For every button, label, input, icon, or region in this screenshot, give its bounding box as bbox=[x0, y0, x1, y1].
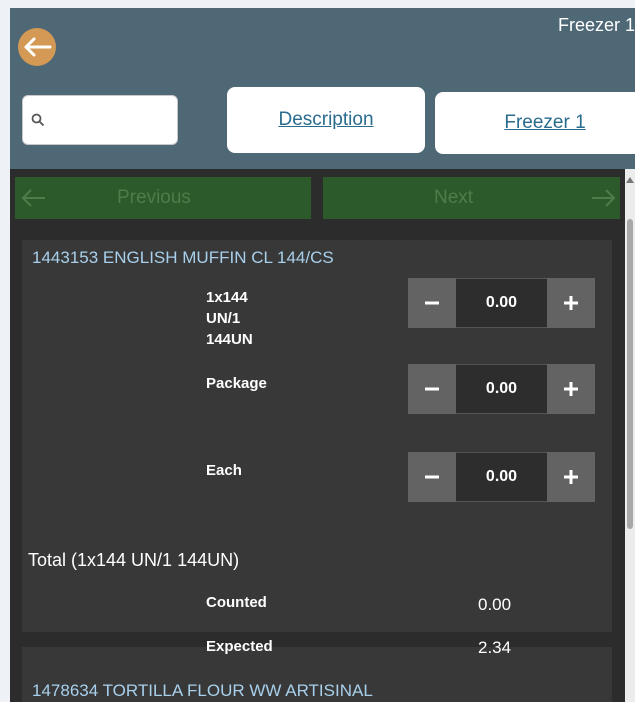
title-bar: Freezer 1 bbox=[10, 8, 635, 70]
item-card: 1478634 TORTILLA FLOUR WW ARTISINAL bbox=[22, 647, 612, 702]
quantity-stepper: 0.00 bbox=[408, 452, 595, 502]
window-title: Freezer 1 bbox=[557, 15, 635, 35]
item-title: 1478634 TORTILLA FLOUR WW ARTISINAL bbox=[32, 681, 373, 700]
minus-icon bbox=[425, 387, 439, 391]
decrement-button[interactable] bbox=[408, 364, 456, 414]
search-input[interactable] bbox=[51, 110, 175, 130]
package-label: Package bbox=[206, 375, 267, 392]
arrow-left-icon bbox=[24, 37, 52, 57]
tab-description-label: Description bbox=[278, 109, 374, 130]
quantity-stepper: 0.00 bbox=[408, 364, 595, 414]
previous-button[interactable]: Previous bbox=[15, 177, 311, 219]
item-card: 1443153 ENGLISH MUFFIN CL 144/CS 1x144 U… bbox=[22, 240, 612, 632]
scroll-thumb[interactable] bbox=[627, 219, 633, 529]
previous-label: Previous bbox=[117, 187, 191, 208]
toolbar: Description Freezer 1 bbox=[10, 70, 635, 169]
search-box[interactable] bbox=[22, 95, 178, 145]
increment-button[interactable] bbox=[547, 452, 595, 502]
plus-icon bbox=[564, 470, 578, 484]
minus-icon bbox=[425, 475, 439, 479]
total-label: Total (1x144 UN/1 144UN) bbox=[28, 550, 240, 570]
next-button[interactable]: Next bbox=[323, 177, 620, 219]
plus-icon bbox=[564, 382, 578, 396]
decrement-button[interactable] bbox=[408, 278, 456, 328]
quantity-value[interactable]: 0.00 bbox=[456, 364, 547, 414]
unit-line: 144UN bbox=[206, 331, 253, 348]
minus-icon bbox=[425, 301, 439, 305]
expected-label: Expected bbox=[206, 638, 273, 655]
quantity-stepper: 0.00 bbox=[408, 278, 595, 328]
expected-value: 2.34 bbox=[478, 638, 512, 657]
increment-button[interactable] bbox=[547, 278, 595, 328]
app-window: Freezer 1 Description Freezer 1 Previous… bbox=[10, 8, 635, 702]
plus-icon bbox=[564, 296, 578, 310]
back-button[interactable] bbox=[18, 28, 56, 66]
each-label: Each bbox=[206, 462, 242, 479]
counted-value: 0.00 bbox=[478, 595, 512, 614]
decrement-button[interactable] bbox=[408, 452, 456, 502]
unit-line: 1x144 bbox=[206, 289, 248, 306]
scroll-up-icon[interactable] bbox=[626, 177, 634, 183]
quantity-value[interactable]: 0.00 bbox=[456, 278, 547, 328]
arrow-left-icon bbox=[21, 189, 45, 207]
tab-freezer-label: Freezer 1 bbox=[504, 112, 586, 133]
arrow-right-icon bbox=[592, 189, 616, 207]
search-icon bbox=[31, 113, 45, 127]
counted-label: Counted bbox=[206, 594, 267, 611]
tab-description[interactable]: Description bbox=[227, 87, 425, 153]
quantity-value[interactable]: 0.00 bbox=[456, 452, 547, 502]
item-title: 1443153 ENGLISH MUFFIN CL 144/CS bbox=[32, 248, 334, 267]
content-area: Previous Next 1443153 ENGLISH MUFFIN CL … bbox=[10, 169, 635, 702]
unit-line: UN/1 bbox=[206, 310, 241, 327]
increment-button[interactable] bbox=[547, 364, 595, 414]
next-label: Next bbox=[434, 187, 474, 208]
scrollbar[interactable] bbox=[625, 169, 635, 702]
tab-freezer[interactable]: Freezer 1 bbox=[435, 92, 635, 154]
